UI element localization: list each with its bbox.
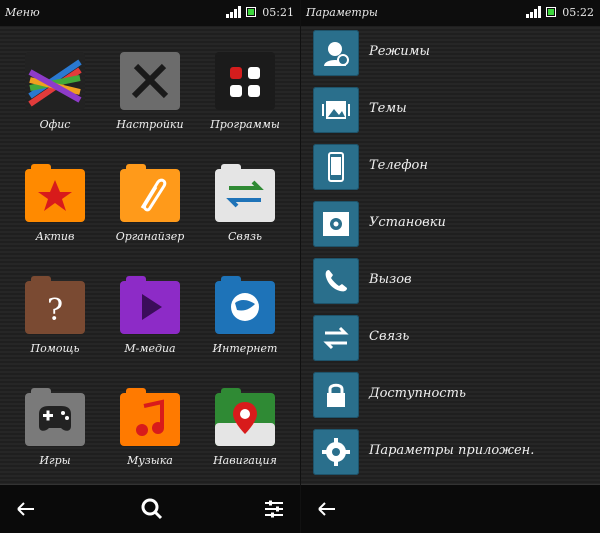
battery-icon	[546, 7, 556, 17]
clock: 05:22	[562, 6, 594, 19]
menu-item-label: Режимы	[369, 44, 430, 59]
menu-screen: Меню 05:21 Офис Настройки Программы Акти…	[0, 0, 300, 533]
app-label: Музыка	[127, 454, 173, 467]
app-label: Актив	[35, 230, 75, 243]
app-office[interactable]: Офис	[10, 40, 100, 145]
menu-item-phone[interactable]: Телефон	[301, 140, 600, 196]
apps-grid-icon	[215, 52, 275, 110]
settings-gear-icon	[313, 201, 359, 247]
profiles-icon	[313, 30, 359, 76]
menu-item-themes[interactable]: Темы	[301, 83, 600, 139]
app-label: Помощь	[30, 342, 80, 355]
themes-icon	[313, 87, 359, 133]
clock: 05:21	[262, 6, 294, 19]
star-folder-icon	[25, 164, 85, 222]
menu-item-label: Параметры приложен.	[369, 443, 535, 458]
menu-item-label: Темы	[369, 101, 407, 116]
menu-item-settings[interactable]: Установки	[301, 197, 600, 253]
app-label: Программы	[210, 118, 280, 131]
app-music[interactable]: Музыка	[105, 376, 195, 481]
app-organizer[interactable]: Органайзер	[105, 152, 195, 257]
menu-item-accessibility[interactable]: Доступность	[301, 368, 600, 424]
app-label: Связь	[227, 230, 263, 243]
call-icon	[313, 258, 359, 304]
bottom-bar	[0, 484, 300, 533]
app-connectivity[interactable]: Связь	[200, 152, 290, 257]
app-media[interactable]: M-медиа	[105, 264, 195, 369]
app-label: Навигация	[213, 454, 277, 467]
tools-icon	[120, 52, 180, 110]
settings-screen: Параметры 05:22 Режимы Темы Телефон Уста…	[300, 0, 600, 533]
menu-item-label: Связь	[369, 329, 410, 344]
office-icon	[25, 52, 85, 110]
music-folder-icon	[120, 388, 180, 446]
menu-item-label: Вызов	[369, 272, 412, 287]
menu-item-profiles[interactable]: Режимы	[301, 26, 600, 82]
status-bar: Меню 05:21	[0, 0, 300, 26]
app-games[interactable]: Игры	[10, 376, 100, 481]
app-settings-icon	[313, 429, 359, 475]
transfer-icon	[313, 315, 359, 361]
menu-item-app-settings[interactable]: Параметры приложен.	[301, 425, 600, 481]
lock-icon	[313, 372, 359, 418]
bottom-bar	[301, 484, 600, 533]
paperclip-folder-icon	[120, 164, 180, 222]
app-navigation[interactable]: Навигация	[200, 376, 290, 481]
menu-item-call[interactable]: Вызов	[301, 254, 600, 310]
app-programs[interactable]: Программы	[200, 40, 290, 145]
svg-text:?: ?	[47, 293, 63, 328]
play-folder-icon	[120, 276, 180, 334]
gamepad-folder-icon	[25, 388, 85, 446]
menu-item-label: Телефон	[369, 158, 428, 173]
app-label: Интернет	[212, 342, 278, 355]
menu-item-connectivity[interactable]: Связь	[301, 311, 600, 367]
app-grid: Офис Настройки Программы Актив Органайзе…	[0, 40, 300, 480]
back-icon[interactable]	[313, 495, 341, 523]
app-label: M-медиа	[124, 342, 176, 355]
app-label: Офис	[39, 118, 71, 131]
menu-item-label: Установки	[369, 215, 446, 230]
help-folder-icon: ?	[25, 276, 85, 334]
menu-title: Меню	[5, 6, 40, 19]
app-help[interactable]: ? Помощь	[10, 264, 100, 369]
app-active[interactable]: Актив	[10, 152, 100, 257]
settings-title: Параметры	[306, 6, 378, 19]
app-settings[interactable]: Настройки	[105, 40, 195, 145]
app-label: Игры	[39, 454, 71, 467]
app-internet[interactable]: Интернет	[200, 264, 290, 369]
back-icon[interactable]	[12, 495, 40, 523]
status-bar: Параметры 05:22	[301, 0, 600, 26]
search-icon[interactable]	[138, 495, 166, 523]
filter-sliders-icon[interactable]	[260, 495, 288, 523]
menu-item-label: Доступность	[369, 386, 466, 401]
app-label: Настройки	[116, 118, 184, 131]
signal-icon	[226, 6, 241, 18]
signal-icon	[526, 6, 541, 18]
map-pin-folder-icon	[215, 388, 275, 446]
phone-device-icon	[313, 144, 359, 190]
app-label: Органайзер	[115, 230, 185, 243]
globe-folder-icon	[215, 276, 275, 334]
screen: Меню 05:21 Офис Настройки Программы Акти…	[0, 0, 600, 533]
battery-icon	[246, 7, 256, 17]
transfer-folder-icon	[215, 164, 275, 222]
